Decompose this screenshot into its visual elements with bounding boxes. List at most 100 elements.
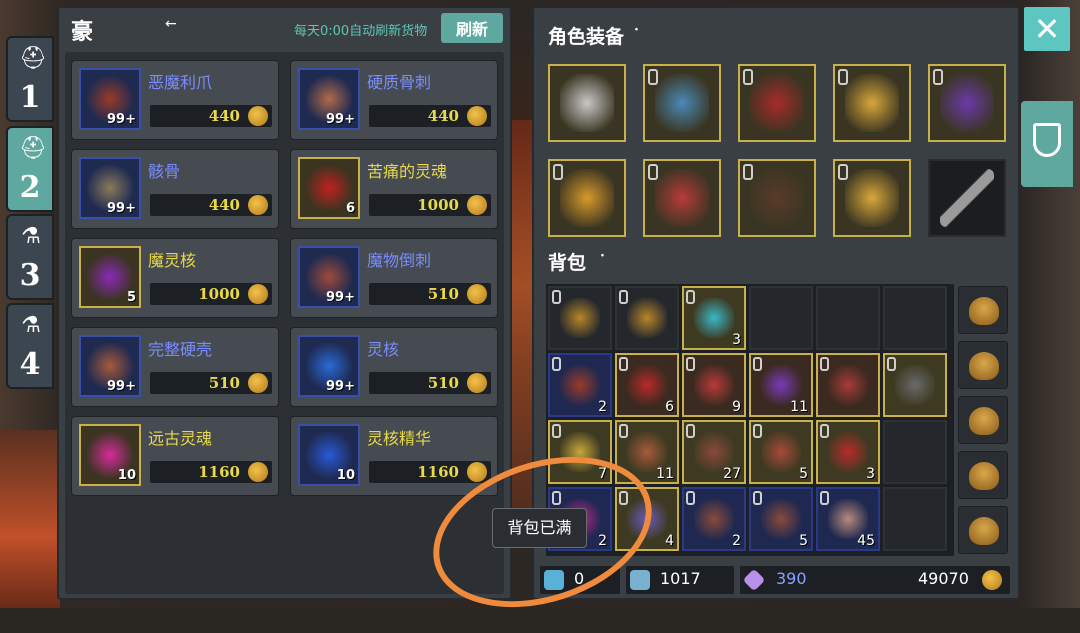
- item-count: 6: [665, 399, 674, 415]
- equipment-art: [560, 169, 614, 227]
- shop-item[interactable]: 99+ 灵核 510: [290, 327, 498, 407]
- bag-slot[interactable]: 11: [749, 353, 813, 417]
- tab-number: 4: [19, 347, 41, 382]
- bag-tab[interactable]: [958, 286, 1008, 334]
- equipment-slot[interactable]: [643, 159, 721, 237]
- shop-item[interactable]: 99+ 魔物倒刺 510: [290, 238, 498, 318]
- equipment-slot[interactable]: [548, 64, 626, 142]
- bag-icon: [969, 517, 999, 545]
- bag-tab[interactable]: [958, 341, 1008, 389]
- item-count: 6: [345, 201, 355, 216]
- bag-slot[interactable]: [615, 286, 679, 350]
- bag-slot[interactable]: [883, 286, 947, 350]
- bag-slot[interactable]: 5: [749, 487, 813, 551]
- bag-icon: [969, 352, 999, 380]
- bag-slot[interactable]: 45: [816, 487, 880, 551]
- bag-tab[interactable]: [958, 451, 1008, 499]
- item-name: 完整硬壳: [148, 340, 213, 359]
- shop-item[interactable]: 6 苦痛的灵魂 1000: [290, 149, 498, 229]
- bag-slot[interactable]: [883, 420, 947, 484]
- item-count: 10: [117, 468, 136, 483]
- item-price: 510: [427, 374, 459, 392]
- helmet-icon: ⛑: [19, 136, 47, 161]
- item-art: [627, 298, 667, 338]
- price-bar: 1000: [150, 283, 272, 305]
- bag-slot[interactable]: 27: [682, 420, 746, 484]
- bag-slot[interactable]: 2: [682, 487, 746, 551]
- bag-slot[interactable]: 2: [548, 353, 612, 417]
- equipment-art: [750, 169, 804, 227]
- gold-coin-icon: [467, 373, 487, 393]
- equipment-slot[interactable]: [833, 159, 911, 237]
- lock-icon: [619, 290, 628, 304]
- gold-coin-icon: [248, 462, 268, 482]
- bag-slot[interactable]: [883, 353, 947, 417]
- equipment-art: [750, 74, 804, 132]
- gold-coin-icon: [248, 284, 268, 304]
- price-bar: 440: [150, 194, 272, 216]
- bag-slot[interactable]: [749, 286, 813, 350]
- shop-item[interactable]: 99+ 骸骨 440: [71, 149, 279, 229]
- lock-icon: [820, 424, 829, 438]
- equipment-art: [655, 74, 709, 132]
- equipment-slot[interactable]: [928, 159, 1006, 237]
- equipment-art: [560, 74, 614, 132]
- shield-sword-icon: [1033, 123, 1061, 157]
- equipment-slot[interactable]: [738, 64, 816, 142]
- equipment-slot[interactable]: [928, 64, 1006, 142]
- refresh-button[interactable]: 刷新: [441, 13, 503, 43]
- equipment-slot[interactable]: [738, 159, 816, 237]
- bag-slot[interactable]: 9: [682, 353, 746, 417]
- item-name: 魔物倒刺: [367, 251, 432, 270]
- bag-tab[interactable]: [958, 396, 1008, 444]
- item-count: 5: [799, 466, 808, 482]
- item-thumbnail: 10: [79, 424, 141, 486]
- item-count: 9: [732, 399, 741, 415]
- item-art: [895, 365, 935, 405]
- bag-slot[interactable]: [816, 286, 880, 350]
- close-button[interactable]: ✕: [1024, 7, 1070, 51]
- lock-icon: [686, 424, 695, 438]
- bag-slot[interactable]: [883, 487, 947, 551]
- refresh-note: 每天0:00自动刷新货物: [294, 24, 428, 39]
- gold-coin-icon: [467, 284, 487, 304]
- item-art: [761, 499, 801, 539]
- equipment-slot[interactable]: [643, 64, 721, 142]
- item-name: 苦痛的灵魂: [367, 162, 448, 181]
- lock-icon: [552, 424, 561, 438]
- lava-edge: [0, 430, 60, 608]
- shop-item[interactable]: 5 魔灵核 1000: [71, 238, 279, 318]
- shop-item[interactable]: 99+ 完整硬壳 510: [71, 327, 279, 407]
- gold-coin-icon: [467, 106, 487, 126]
- item-art: [828, 365, 868, 405]
- equipment-art: [940, 169, 994, 227]
- shop-title: 豪: [71, 19, 94, 45]
- tab-1[interactable]: ⛑ 1: [6, 36, 54, 122]
- bag-slot[interactable]: 3: [816, 420, 880, 484]
- equipment-slot[interactable]: [833, 64, 911, 142]
- lock-icon: [820, 491, 829, 505]
- bag-slot[interactable]: 3: [682, 286, 746, 350]
- bag-slot[interactable]: 5: [749, 420, 813, 484]
- tab-4[interactable]: ⚗ 4: [6, 303, 54, 389]
- item-name: 灵核精华: [367, 429, 432, 448]
- equipment-side-tab[interactable]: [1021, 101, 1073, 187]
- item-count: 5: [126, 290, 136, 305]
- shop-item[interactable]: 99+ 恶魔利爪 440: [71, 60, 279, 140]
- bag-slot[interactable]: 6: [615, 353, 679, 417]
- shop-item[interactable]: 10 远古灵魂 1160: [71, 416, 279, 496]
- tab-3[interactable]: ⚗ 3: [6, 214, 54, 300]
- equipment-slot[interactable]: [548, 159, 626, 237]
- tab-number: 3: [19, 258, 41, 293]
- shop-item[interactable]: 10 灵核精华 1160: [290, 416, 498, 496]
- price-bar: 510: [369, 372, 491, 394]
- bag-tab[interactable]: [958, 506, 1008, 554]
- equipment-art: [655, 169, 709, 227]
- shop-panel: 豪 ← 每天0:00自动刷新货物 刷新 99+ 恶魔利爪 440 99+ 硬质骨刺 440…: [57, 6, 512, 600]
- shop-item[interactable]: 99+ 硬质骨刺 440: [290, 60, 498, 140]
- bag-slot[interactable]: [548, 286, 612, 350]
- item-thumbnail: 6: [298, 157, 360, 219]
- bag-slot[interactable]: [816, 353, 880, 417]
- equipment-art: [845, 169, 899, 227]
- tab-2[interactable]: ⛑ 2: [6, 126, 54, 212]
